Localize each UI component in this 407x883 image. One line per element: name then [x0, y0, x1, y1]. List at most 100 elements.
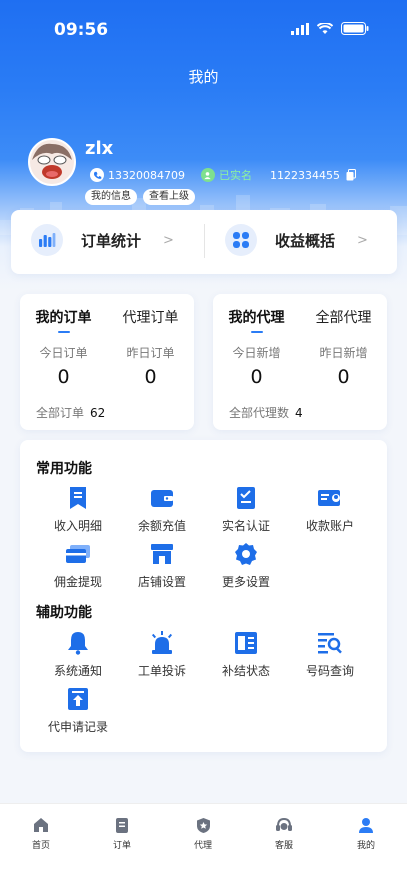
tab-all-agents[interactable]: 全部代理 [316, 307, 372, 327]
system-notice-label: 系统通知 [53, 664, 102, 678]
yesterday-orders-label: 昨日订单 [126, 346, 175, 360]
alarm-icon [149, 630, 175, 656]
store-settings-label: 店铺设置 [137, 575, 186, 589]
income-details-button[interactable]: 收入明细 [42, 485, 114, 534]
order-statistics-label: 订单统计 [81, 231, 142, 250]
phone-number: 13320084709 [108, 168, 185, 182]
service-icon [274, 815, 294, 835]
total-orders-label: 全部订单 [36, 406, 85, 420]
bar-chart-icon [31, 224, 63, 256]
status-bar: 09:56 [0, 0, 407, 60]
balance-recharge-button[interactable]: 余额充值 [126, 485, 198, 534]
total-orders: 全部订单 62 [36, 404, 105, 421]
chevron-right-icon: > [163, 232, 174, 248]
upload-icon [65, 686, 91, 712]
user-icon [356, 815, 376, 835]
tab-my-agents[interactable]: 我的代理 [229, 307, 285, 333]
tab-orders[interactable]: 订单 [92, 815, 152, 851]
today-orders-value: 0 [57, 366, 70, 388]
list-search-icon [317, 630, 343, 656]
ticket-complaint-label: 工单投诉 [137, 664, 186, 678]
functions-card: 常用功能 收入明细 余额充值 实名认证 收款账户 佣金提现 店铺设置 更多设置 … [20, 440, 387, 752]
today-orders-label: 今日订单 [39, 346, 88, 360]
tab-mine-label: 我的 [356, 841, 375, 851]
card-icon [65, 541, 91, 567]
total-agents-value: 4 [295, 406, 303, 420]
total-orders-value: 62 [90, 406, 106, 420]
avatar[interactable] [28, 138, 76, 186]
commission-withdraw-label: 佣金提现 [53, 575, 102, 589]
ticket-complaint-button[interactable]: 工单投诉 [126, 630, 198, 679]
total-agents: 全部代理数 4 [229, 404, 303, 421]
status-time: 09:56 [54, 20, 109, 40]
tab-mine[interactable]: 我的 [336, 815, 396, 851]
username: zlx [85, 138, 114, 159]
tab-customer-service[interactable]: 客服 [254, 815, 314, 851]
yesterday-new-label: 昨日新增 [319, 346, 368, 360]
bottom-tab-bar: 首页 订单 代理 客服 我的 [0, 803, 407, 883]
wallet-icon [149, 485, 175, 511]
summary-card: 订单统计 > 收益概括 > [11, 210, 397, 274]
store-settings-button[interactable]: 店铺设置 [126, 541, 198, 590]
tab-agent-orders[interactable]: 代理订单 [123, 307, 179, 327]
chevron-right-icon: > [357, 232, 368, 248]
income-details-label: 收入明细 [53, 519, 102, 533]
tab-agents[interactable]: 代理 [173, 815, 233, 851]
summary-divider [204, 224, 205, 258]
bookmark-icon [65, 485, 91, 511]
view-superior-button[interactable]: 查看上级 [143, 189, 195, 205]
more-settings-label: 更多设置 [221, 575, 270, 589]
common-functions-title: 常用功能 [36, 461, 92, 477]
proxy-application-records-button[interactable]: 代申请记录 [42, 686, 114, 735]
store-icon [149, 541, 175, 567]
profile-actions: 我的信息 查看上级 [85, 189, 195, 205]
bell-icon [65, 630, 91, 656]
tab-agents-label: 代理 [193, 841, 212, 851]
yesterday-new-value: 0 [337, 366, 350, 388]
battery-icon [341, 22, 369, 35]
proxy-application-records-label: 代申请记录 [47, 720, 108, 734]
tab-home[interactable]: 首页 [11, 815, 71, 851]
balance-recharge-label: 余额充值 [137, 519, 186, 533]
total-agents-label: 全部代理数 [229, 406, 290, 420]
my-info-button[interactable]: 我的信息 [85, 189, 137, 205]
wifi-icon [317, 22, 333, 34]
today-new-value: 0 [250, 366, 263, 388]
verified-user-icon [200, 168, 215, 182]
verified-status: 已实名 [218, 169, 252, 182]
order-icon [112, 815, 132, 835]
grid-squares-icon [225, 224, 257, 256]
today-new-label: 今日新增 [232, 346, 281, 360]
number-query-button[interactable]: 号码查询 [294, 630, 366, 679]
order-statistics-button[interactable]: 订单统计 > [31, 224, 174, 256]
more-settings-button[interactable]: 更多设置 [210, 541, 282, 590]
tab-customer-service-label: 客服 [274, 841, 293, 851]
profile-section: zlx 13320084709 已实名 1122334455 我的信息 查看上级 [28, 138, 388, 208]
real-name-auth-button[interactable]: 实名认证 [210, 485, 282, 534]
copy-icon[interactable] [346, 169, 356, 181]
avatar-image [30, 140, 74, 184]
earnings-overview-button[interactable]: 收益概括 > [225, 224, 368, 256]
yesterday-orders-value: 0 [144, 366, 157, 388]
ledger-icon [233, 630, 259, 656]
orders-card: 我的订单 代理订单 今日订单 昨日订单 0 0 全部订单 62 [20, 294, 194, 430]
settlement-status-button[interactable]: 补结状态 [210, 630, 282, 679]
profile-info-row: 13320084709 已实名 1122334455 [90, 167, 356, 183]
agent-icon [193, 815, 213, 835]
payment-account-label: 收款账户 [305, 519, 354, 533]
phone-icon [90, 168, 104, 182]
page-title: 我的 [188, 68, 219, 86]
home-icon [31, 815, 51, 835]
tab-my-orders[interactable]: 我的订单 [36, 307, 92, 333]
aux-functions-title: 辅助功能 [36, 605, 92, 621]
user-id: 1122334455 [269, 168, 340, 182]
checklist-icon [233, 485, 259, 511]
commission-withdraw-button[interactable]: 佣金提现 [42, 541, 114, 590]
system-notice-button[interactable]: 系统通知 [42, 630, 114, 679]
agents-card: 我的代理 全部代理 今日新增 昨日新增 0 0 全部代理数 4 [213, 294, 387, 430]
id-card-icon [317, 485, 343, 511]
payment-account-button[interactable]: 收款账户 [294, 485, 366, 534]
signal-icon [291, 22, 309, 35]
earnings-overview-label: 收益概括 [275, 231, 336, 250]
status-icons [291, 22, 369, 35]
